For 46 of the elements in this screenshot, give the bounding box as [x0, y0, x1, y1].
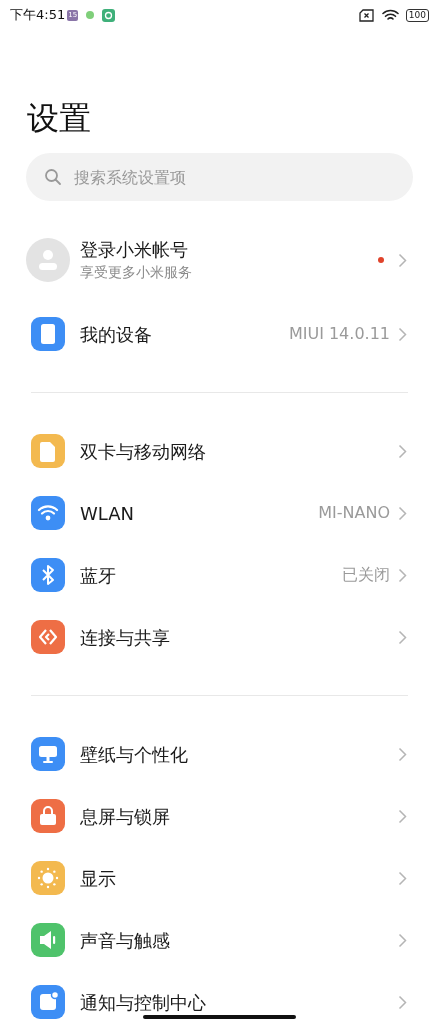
shield-icon [102, 8, 116, 22]
settings-item[interactable]: WLAN MI-NANO [0, 482, 439, 544]
chevron-right-icon [398, 808, 407, 824]
settings-item[interactable]: 声音与触感 [0, 909, 439, 971]
chevron-right-icon [398, 994, 407, 1010]
search-field[interactable]: 搜索系统设置项 [26, 153, 413, 201]
battery-indicator: 100 [405, 8, 429, 22]
wifi-icon [381, 8, 399, 22]
item-label: 息屏与锁屏 [80, 804, 171, 829]
item-label: 连接与共享 [80, 625, 171, 650]
account-subtitle: 享受更多小米服务 [80, 263, 193, 282]
settings-item[interactable]: 连接与共享 [0, 606, 439, 668]
chevron-right-icon [398, 443, 407, 459]
chevron-right-icon [398, 505, 407, 521]
item-label: 通知与控制中心 [80, 990, 207, 1015]
item-value: MI-NANO [318, 502, 390, 524]
settings-item[interactable]: 显示 [0, 847, 439, 909]
account-title: 登录小米帐号 [80, 238, 189, 262]
chevron-right-icon [398, 252, 407, 268]
dot-icon [86, 11, 95, 19]
chevron-right-icon [398, 746, 407, 762]
account-item[interactable]: 登录小米帐号 享受更多小米服务 [0, 229, 439, 291]
search-icon [44, 168, 62, 186]
settings-item[interactable]: 息屏与锁屏 [0, 785, 439, 847]
item-label: 声音与触感 [80, 928, 171, 953]
item-label: 显示 [80, 866, 117, 891]
settings-item[interactable]: 双卡与移动网络 [0, 420, 439, 482]
item-value: 已关闭 [342, 564, 390, 586]
item-label: 蓝牙 [80, 563, 117, 588]
item-value: MIUI 14.0.11 [288, 323, 390, 345]
no-sim-icon [358, 8, 374, 22]
item-label: 双卡与移动网络 [80, 439, 207, 464]
chevron-right-icon [398, 629, 407, 645]
settings-item[interactable]: 壁纸与个性化 [0, 723, 439, 785]
chevron-right-icon [398, 567, 407, 583]
avatar-icon [26, 238, 70, 282]
settings-item[interactable]: 我的设备 MIUI 14.0.11 [0, 303, 439, 365]
item-label: 壁纸与个性化 [80, 742, 189, 767]
chevron-right-icon [398, 326, 407, 342]
status-time: 下午4:51 [10, 6, 66, 25]
item-label: 我的设备 [80, 322, 153, 347]
chevron-right-icon [398, 870, 407, 886]
item-label: WLAN [80, 501, 136, 526]
page-title: 设置 [27, 98, 92, 139]
settings-item[interactable]: 蓝牙 已关闭 [0, 544, 439, 606]
chevron-right-icon [398, 932, 407, 948]
